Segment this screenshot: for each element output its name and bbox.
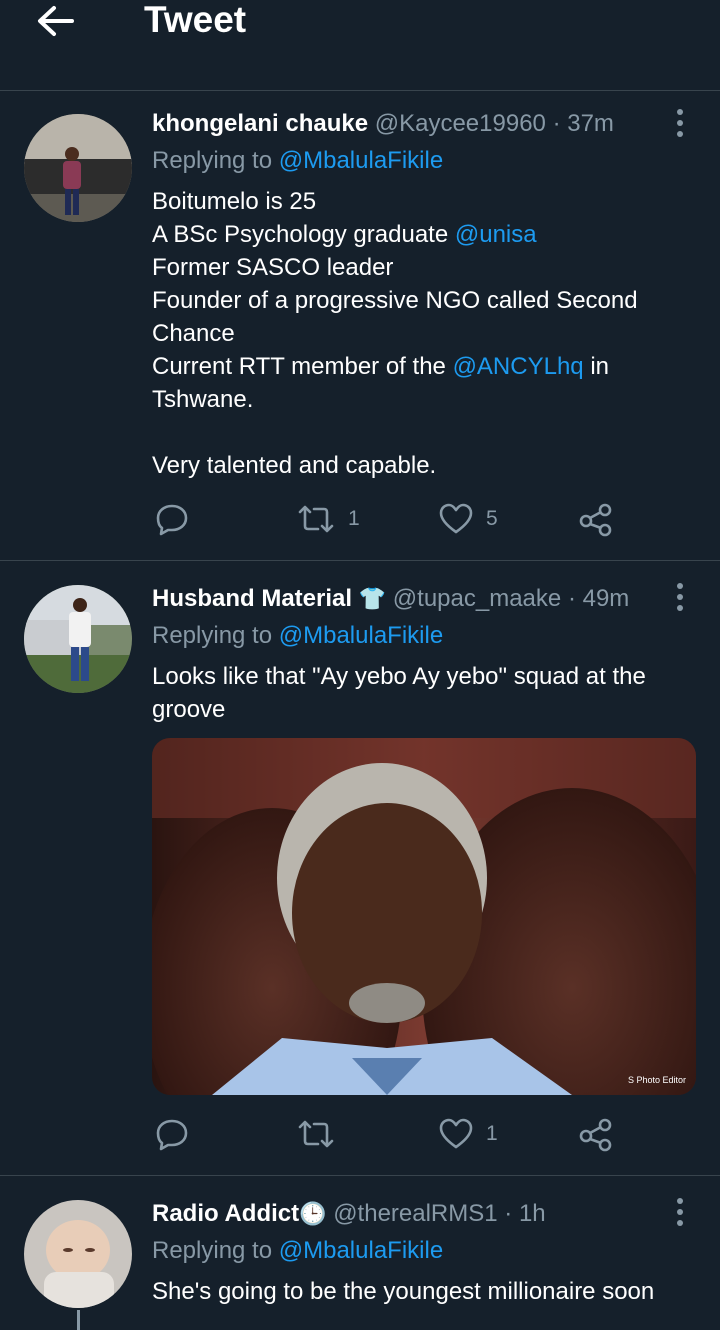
reply-icon: [156, 1119, 188, 1151]
mention-link[interactable]: @ANCYLhq: [453, 353, 584, 380]
mention-link[interactable]: @MbalulaFikile: [279, 1237, 443, 1264]
avatar-image: [24, 114, 132, 222]
reply-icon: [156, 504, 188, 536]
retweet-icon: [298, 505, 334, 533]
author-name[interactable]: Husband Material: [152, 585, 352, 612]
author-name[interactable]: khongelani chauke: [152, 110, 368, 137]
text-line: Very talented and capable.: [152, 452, 437, 479]
top-bar: Tweet: [0, 0, 720, 75]
more-options-button[interactable]: [666, 581, 694, 615]
mention-link[interactable]: @unisa: [455, 221, 537, 248]
text-line: Chance: [152, 320, 235, 347]
mention-link[interactable]: @MbalulaFikile: [279, 147, 443, 174]
retweet-icon: [298, 1120, 334, 1148]
timestamp: · 1h: [504, 1200, 546, 1227]
more-vertical-icon: [677, 583, 683, 611]
author-name[interactable]: Radio Addict: [152, 1200, 299, 1227]
text-line: Looks like that "Ay yebo Ay yebo" squad …: [152, 663, 646, 690]
more-options-button[interactable]: [666, 1196, 694, 1230]
more-vertical-icon: [677, 1198, 683, 1226]
share-icon: [579, 503, 612, 537]
like-button[interactable]: 5: [438, 499, 498, 539]
text-line: A BSc Psychology graduate @unisa: [152, 221, 537, 248]
tweet-actions: 1: [152, 1114, 632, 1154]
reply-button[interactable]: [154, 499, 190, 539]
timestamp: · 37m: [552, 110, 614, 137]
back-button[interactable]: [32, 2, 80, 40]
avatar[interactable]: [24, 114, 132, 222]
divider: [0, 74, 720, 91]
reply-button[interactable]: [154, 1114, 190, 1154]
tweet-actions: 1 5: [152, 499, 632, 539]
photo-portrait: [152, 738, 696, 1095]
tweet-text: She's going to be the youngest millionai…: [152, 1275, 692, 1308]
reply-tweet[interactable]: Radio Addict🕒 @therealRMS1 · 1h Replying…: [0, 1176, 720, 1330]
avatar-image: [24, 585, 132, 693]
replying-label: Replying to: [152, 147, 273, 174]
share-button[interactable]: [578, 1114, 614, 1154]
retweet-button[interactable]: 1: [296, 499, 360, 539]
tweet-header: Radio Addict🕒 @therealRMS1 · 1h: [152, 1200, 546, 1228]
watermark: S Photo Editor: [627, 1075, 686, 1085]
text-line: She's going to be the youngest millionai…: [152, 1278, 655, 1305]
text-line: Founder of a progressive NGO called Seco…: [152, 287, 638, 314]
text-line: [152, 416, 692, 449]
like-icon: [439, 1118, 473, 1149]
replying-label: Replying to: [152, 1237, 273, 1264]
tweet-header: khongelani chauke @Kaycee19960 · 37m: [152, 110, 614, 138]
clock-emoji: 🕒: [299, 1201, 327, 1226]
tweet-text: Boitumelo is 25 A BSc Psychology graduat…: [152, 185, 692, 482]
like-icon: [439, 503, 473, 534]
thread-connector: [77, 1310, 80, 1330]
like-count: 5: [486, 507, 498, 530]
replying-to: Replying to @MbalulaFikile: [152, 147, 443, 175]
avatar[interactable]: [24, 585, 132, 693]
more-options-button[interactable]: [666, 107, 694, 141]
text-line: groove: [152, 696, 226, 723]
timestamp: · 49m: [567, 585, 630, 612]
author-handle[interactable]: @tupac_maake: [393, 585, 561, 612]
like-count: 1: [486, 1122, 498, 1145]
reply-tweet[interactable]: khongelani chauke @Kaycee19960 · 37m Rep…: [0, 91, 720, 561]
text-line: Former SASCO leader: [152, 254, 394, 281]
text-line: Boitumelo is 25: [152, 188, 317, 215]
replying-label: Replying to: [152, 622, 273, 649]
retweet-button[interactable]: [296, 1114, 336, 1154]
tweet-image[interactable]: S Photo Editor: [152, 738, 696, 1095]
retweet-count: 1: [348, 507, 360, 530]
tweet-text: Looks like that "Ay yebo Ay yebo" squad …: [152, 660, 692, 726]
replying-to: Replying to @MbalulaFikile: [152, 1237, 443, 1265]
author-handle[interactable]: @Kaycee19960: [375, 110, 546, 137]
tweet-header: Husband Material 👕 @tupac_maake · 49m: [152, 585, 629, 613]
more-vertical-icon: [677, 109, 683, 137]
author-handle[interactable]: @therealRMS1: [333, 1200, 497, 1227]
text-line: Tshwane.: [152, 386, 254, 413]
mention-link[interactable]: @MbalulaFikile: [279, 622, 443, 649]
back-arrow-icon: [38, 6, 74, 36]
page-title: Tweet: [144, 0, 247, 40]
avatar-image: [24, 1200, 132, 1308]
shirt-emoji: 👕: [358, 586, 387, 611]
text-line: Current RTT member of the @ANCYLhq in: [152, 353, 610, 380]
share-icon: [579, 1118, 612, 1152]
like-button[interactable]: 1: [438, 1114, 498, 1154]
share-button[interactable]: [578, 499, 614, 539]
avatar[interactable]: [24, 1200, 132, 1308]
replying-to: Replying to @MbalulaFikile: [152, 622, 443, 650]
